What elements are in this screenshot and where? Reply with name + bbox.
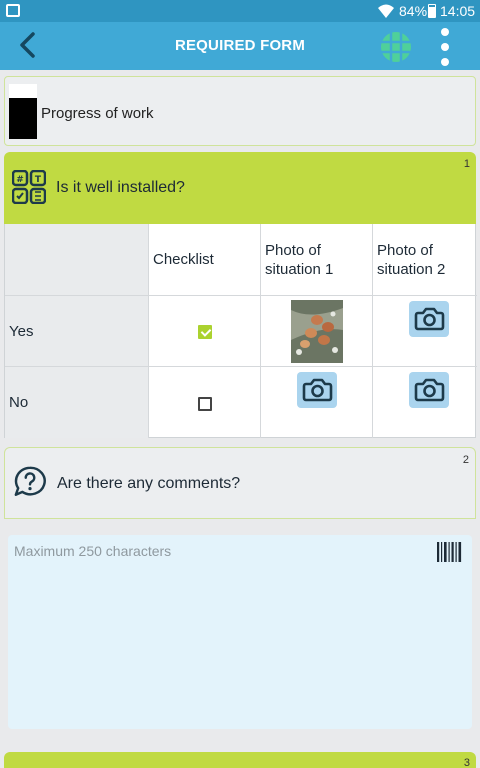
- app-bar: REQUIRED FORM: [0, 22, 480, 70]
- table-cell-checklist: [149, 296, 261, 367]
- question-number: 1: [463, 158, 470, 170]
- table-header-checklist: Checklist: [149, 224, 261, 296]
- question-bubble-icon: [14, 466, 46, 496]
- question-1-text: Is it well installed?: [56, 179, 185, 196]
- grid-table-icon: # T: [12, 170, 46, 204]
- question-number: 2: [462, 454, 469, 466]
- question-2-header: Are there any comments? 2: [4, 447, 476, 519]
- globe-icon[interactable]: [379, 30, 413, 64]
- table-cell-checklist: [149, 367, 261, 438]
- section-card: Progress of work: [4, 76, 476, 146]
- wifi-icon: [378, 4, 394, 18]
- checkbox-no[interactable]: [198, 397, 212, 411]
- question-2-text: Are there any comments?: [57, 475, 241, 492]
- photo-thumbnail[interactable]: [291, 300, 343, 363]
- barcode-scan-icon[interactable]: [436, 541, 464, 563]
- clock: 14:05: [440, 3, 476, 19]
- question-number: 3: [463, 757, 470, 768]
- table-cell-photo-1: [261, 367, 373, 438]
- comment-textarea[interactable]: Maximum 250 characters: [8, 535, 472, 729]
- question-1-table: Checklist Photo of situation 1 Photo of …: [4, 224, 477, 438]
- overflow-menu-icon[interactable]: [434, 26, 456, 68]
- table-header-cell: [5, 224, 149, 296]
- table-cell-photo-2: [373, 296, 477, 367]
- table-header-photo-2: Photo of situation 2: [373, 224, 477, 296]
- camera-icon[interactable]: [409, 301, 449, 337]
- section-title: Progress of work: [41, 105, 154, 122]
- table-cell-photo-1: [261, 296, 373, 367]
- camera-icon[interactable]: [409, 372, 449, 408]
- section-thumbnail: [9, 84, 37, 139]
- table-row-label: Yes: [5, 296, 149, 367]
- comment-placeholder: Maximum 250 characters: [14, 543, 172, 559]
- svg-text:T: T: [35, 175, 42, 185]
- checkbox-yes[interactable]: [198, 325, 212, 339]
- image-notification-icon: [6, 4, 20, 17]
- svg-text:#: #: [16, 175, 24, 185]
- status-bar: 84% 14:05: [0, 0, 480, 22]
- table-header-photo-1: Photo of situation 1: [261, 224, 373, 296]
- question-3-header: 3: [4, 752, 476, 768]
- battery-icon: [428, 4, 436, 18]
- question-1-header: # T Is it well installed? 1: [4, 152, 476, 224]
- table-row-label: No: [5, 367, 149, 438]
- battery-percent: 84%: [399, 3, 428, 19]
- camera-icon[interactable]: [297, 372, 337, 408]
- table-cell-photo-2: [373, 367, 477, 438]
